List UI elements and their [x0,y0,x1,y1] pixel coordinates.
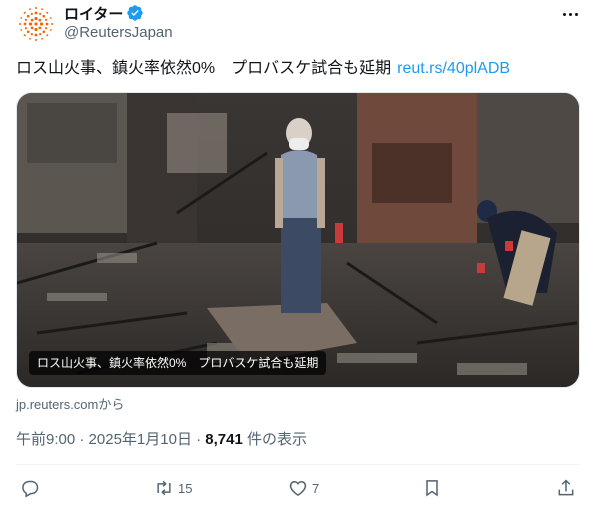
verified-badge-icon [126,4,144,22]
avatar[interactable] [16,4,56,44]
tweet-meta: 午前9:00 · 2025年1月10日 · 8,741 件の表示 [16,428,307,449]
bookmark-icon [426,480,438,497]
card-caption: ロス山火事、鎮火率依然0% プロバスケ試合も延期 [29,351,327,375]
reuters-logo-icon [19,7,53,41]
bookmark-button[interactable] [422,476,442,500]
divider [16,464,580,465]
card-source[interactable]: jp.reuters.comから [16,394,124,413]
repost-button[interactable]: 15 [154,476,192,500]
repost-icon [157,480,171,496]
tweet-link[interactable]: reut.rs/40plADB [397,60,510,77]
meta-separator: · [191,431,206,448]
reply-icon [22,480,39,498]
display-name[interactable]: ロイター [64,3,123,24]
share-button[interactable] [556,476,576,500]
link-card[interactable]: ロス山火事、鎮火率依然0% プロバスケ試合も延期 [16,92,580,388]
author-name-row: ロイター [64,3,144,23]
view-label: 件の表示 [242,431,308,448]
author-handle[interactable]: @ReutersJapan [64,24,173,41]
repost-count: 15 [178,480,193,496]
action-bar: 15 7 [16,476,580,500]
meta-separator: · [75,431,89,448]
tweet-body: ロス山火事、鎮火率依然0% プロバスケ試合も延期 [16,60,392,77]
post-time[interactable]: 午前9:00 [16,431,75,448]
reply-button[interactable] [20,476,44,500]
like-count: 7 [312,480,320,496]
more-options-icon[interactable] [560,4,580,24]
heart-icon [289,480,307,496]
post-date[interactable]: 2025年1月10日 [89,431,192,448]
burned-house-photo [17,93,579,387]
like-button[interactable]: 7 [288,476,319,500]
share-icon [558,479,574,496]
tweet-text: ロス山火事、鎮火率依然0% プロバスケ試合も延期 reut.rs/40plADB [16,59,510,79]
view-count: 8,741 [205,431,243,448]
tweet: ロイター @ReutersJapan ロス山火事、鎮火率依然0% プロバスケ試合… [0,0,596,510]
